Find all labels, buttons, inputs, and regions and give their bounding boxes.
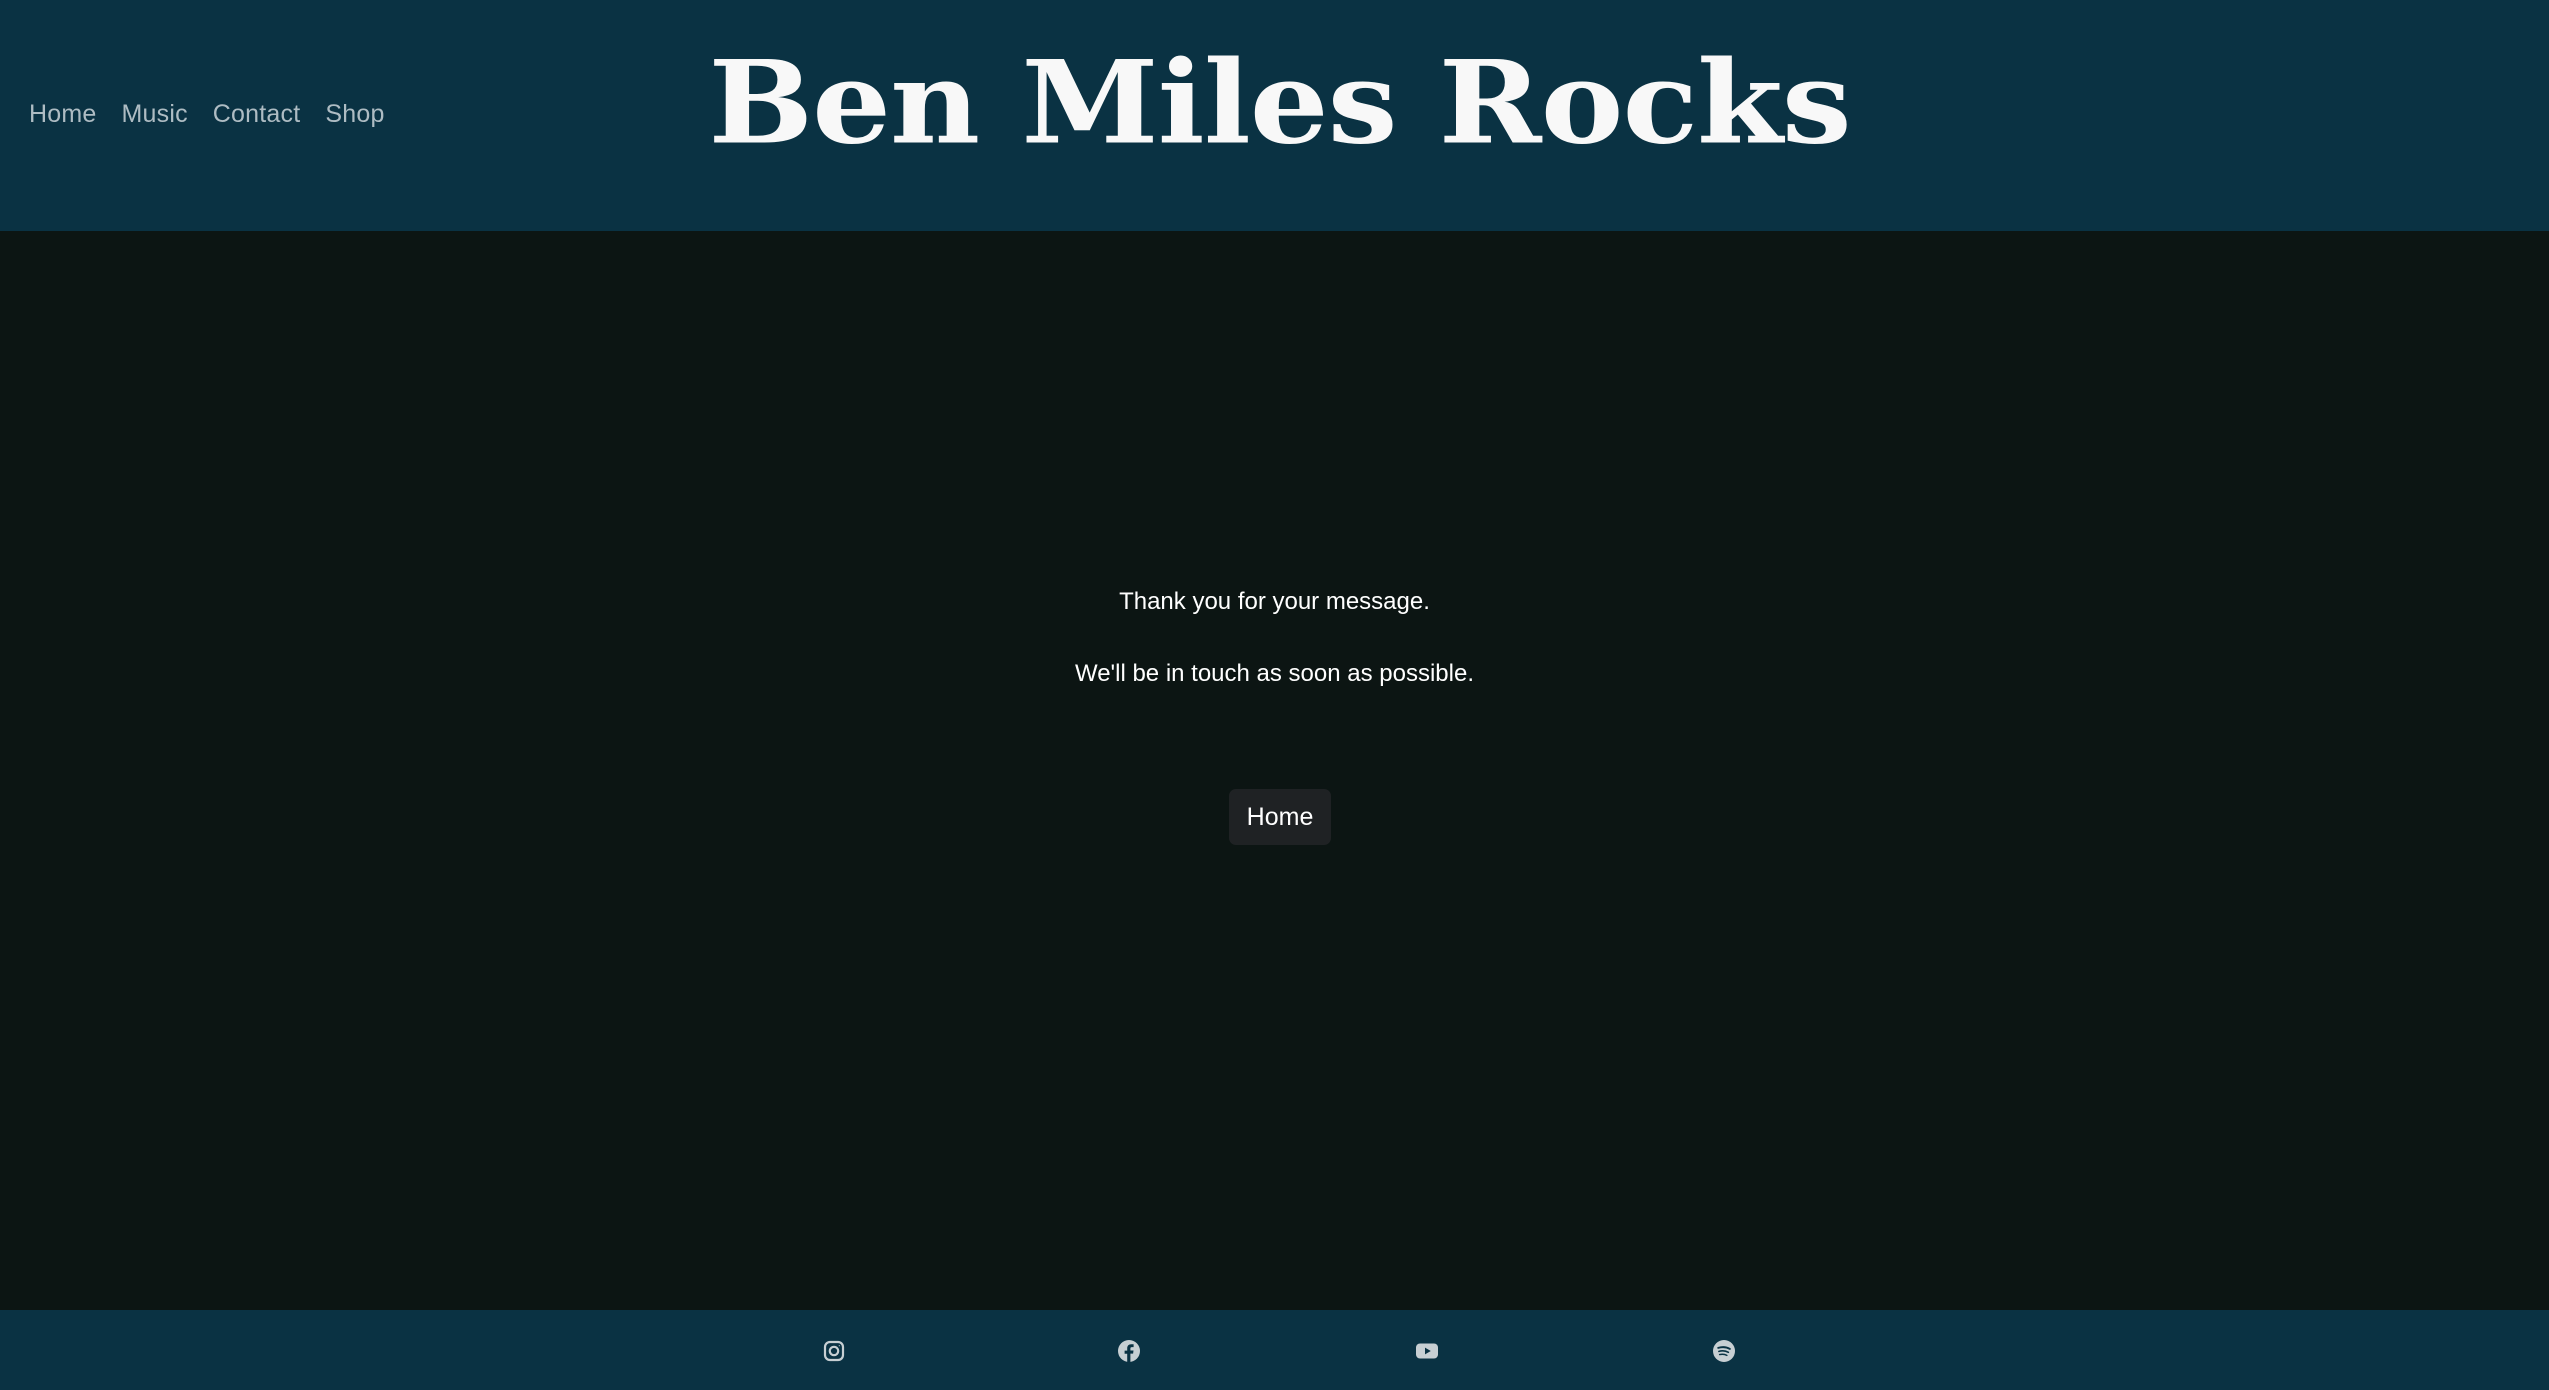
site-header: Home Music Contact Shop Ben Miles Rocks xyxy=(0,0,2549,231)
youtube-icon[interactable] xyxy=(1414,1338,1440,1364)
thank-you-text: Thank you for your message. xyxy=(1119,588,1430,615)
home-button[interactable]: Home xyxy=(1229,789,1331,845)
follow-up-text: We'll be in touch as soon as possible. xyxy=(1074,659,1475,687)
spotify-icon[interactable] xyxy=(1711,1338,1737,1364)
facebook-icon[interactable] xyxy=(1116,1338,1142,1364)
site-footer xyxy=(0,1310,2549,1390)
confirmation-message: Thank you for your message. We'll be in … xyxy=(0,588,2549,689)
page: Home Music Contact Shop Ben Miles Rocks … xyxy=(0,0,2549,1390)
instagram-icon[interactable] xyxy=(821,1338,847,1364)
main-content: Thank you for your message. We'll be in … xyxy=(0,231,2549,1310)
site-title[interactable]: Ben Miles Rocks xyxy=(0,46,2549,161)
